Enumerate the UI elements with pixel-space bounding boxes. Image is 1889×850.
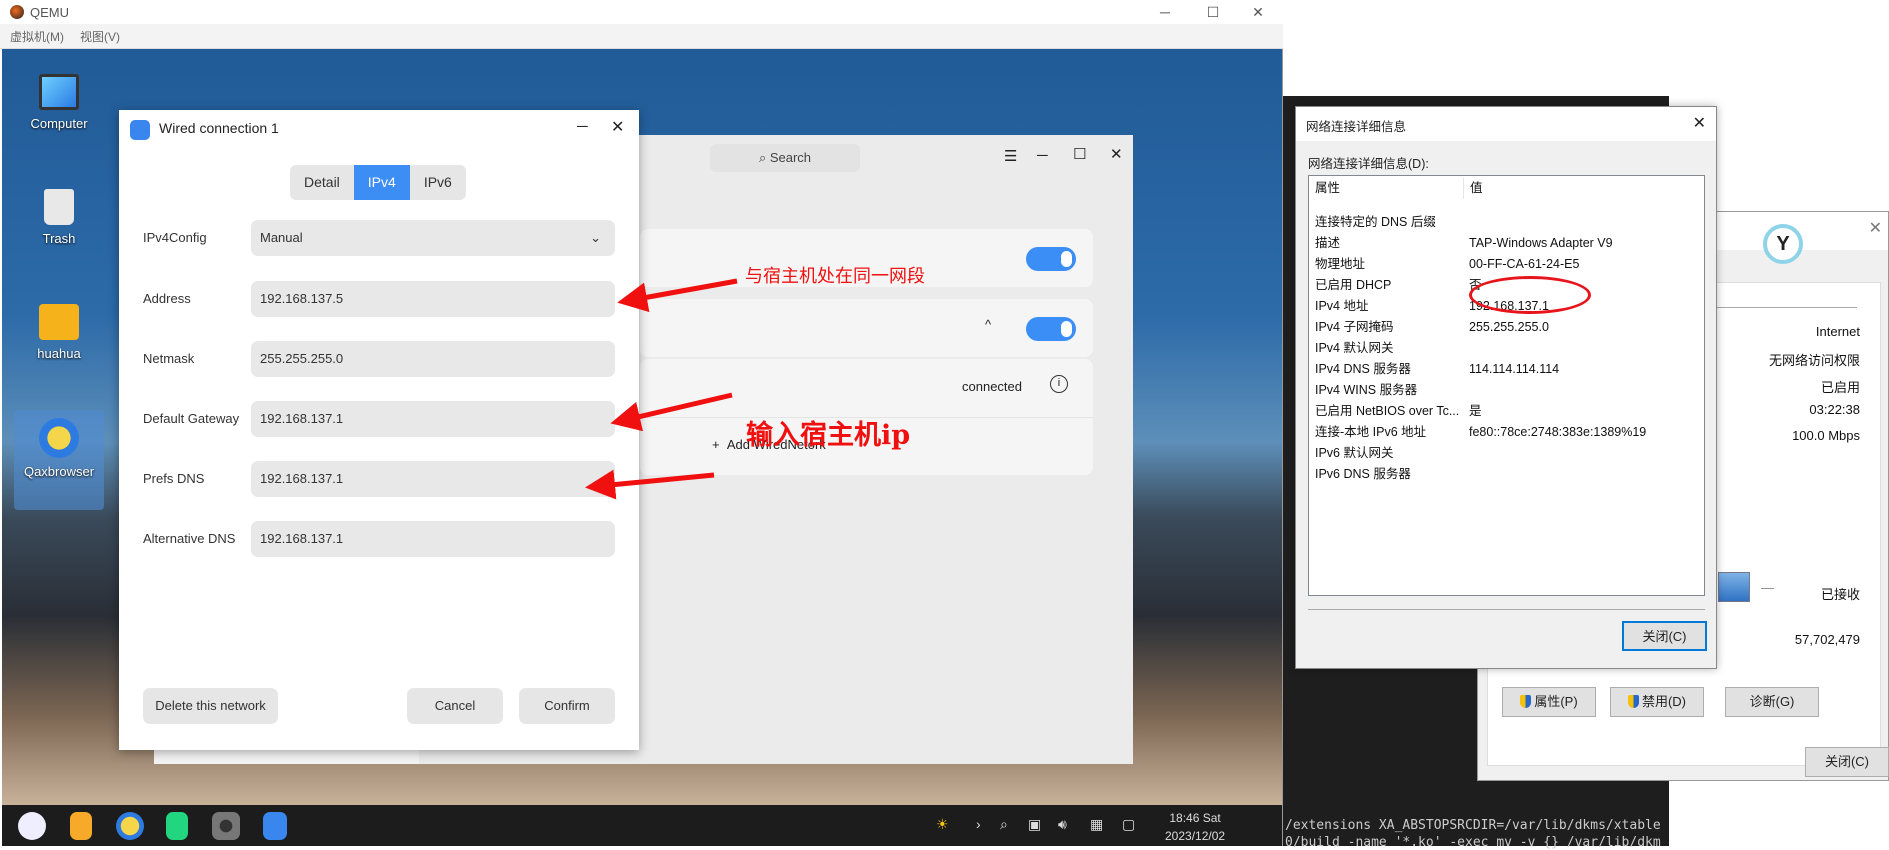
qemu-window: QEMU ─ ☐ ✕ 虚拟机(M) 视图(V) Computer Trash h… bbox=[0, 0, 1283, 846]
property-name: 物理地址 bbox=[1315, 257, 1366, 271]
diagnose-button[interactable]: 诊断(G) bbox=[1725, 687, 1819, 717]
app-store-icon[interactable] bbox=[166, 812, 188, 840]
clock-time: 18:46 Sat bbox=[1169, 811, 1221, 825]
highlight-ellipse bbox=[1469, 276, 1591, 314]
property-name: 已启用 NetBIOS over Tc... bbox=[1315, 404, 1460, 418]
properties-button[interactable]: 属性(P) bbox=[1502, 687, 1596, 717]
property-name: IPv4 DNS 服务器 bbox=[1315, 362, 1411, 376]
uac-shield-icon bbox=[1627, 695, 1639, 708]
connectivity-value: Internet bbox=[1815, 324, 1860, 339]
clock[interactable]: 18:46 Sat 2023/12/02 bbox=[1165, 809, 1225, 845]
received-bytes: 57,702,479 bbox=[1794, 632, 1860, 647]
button-label: 属性(P) bbox=[1534, 694, 1578, 709]
launcher-icon[interactable] bbox=[18, 812, 46, 840]
property-name: 描述 bbox=[1315, 236, 1341, 250]
title-bar: 网络连接详细信息 ✕ bbox=[1296, 107, 1716, 141]
property-name: IPv4 WINS 服务器 bbox=[1315, 383, 1418, 397]
settings-icon[interactable] bbox=[212, 812, 240, 840]
close-icon[interactable]: ✕ bbox=[1693, 113, 1706, 133]
details-row[interactable]: 描述 TAP-Windows Adapter V9 bbox=[1315, 233, 1700, 254]
details-list[interactable]: 属性 值 连接特定的 DNS 后缀 描述 TAP-Windows Adapter V… bbox=[1308, 175, 1705, 596]
notes-icon[interactable] bbox=[70, 812, 92, 840]
details-row[interactable]: 连接特定的 DNS 后缀 bbox=[1315, 212, 1700, 233]
property-value: fe80::78ce:2748:383e:1389%19 bbox=[1469, 425, 1647, 439]
property-name: IPv4 默认网关 bbox=[1315, 341, 1394, 355]
duration-value: 03:22:38 bbox=[1809, 402, 1860, 417]
network-tray-icon[interactable]: ▣ bbox=[1028, 816, 1041, 833]
property-value: 255.255.255.0 bbox=[1469, 320, 1549, 334]
search-icon[interactable]: ⌕ bbox=[1000, 816, 1008, 833]
sun-icon[interactable]: ☀ bbox=[936, 816, 949, 833]
list-header: 属性 值 bbox=[1315, 178, 1700, 199]
disable-button[interactable]: 禁用(D) bbox=[1610, 687, 1704, 717]
property-name: 连接-本地 IPv6 地址 bbox=[1315, 425, 1427, 439]
details-row[interactable]: IPv4 DNS 服务器 114.114.114.114 bbox=[1315, 359, 1700, 380]
column-header-value[interactable]: 值 bbox=[1463, 178, 1483, 199]
arrow-to-dns bbox=[585, 469, 715, 500]
details-row[interactable]: 已启用 NetBIOS over Tc... 是 bbox=[1315, 401, 1700, 422]
speed-value: 100.0 Mbps bbox=[1792, 428, 1860, 443]
arrow-to-gateway bbox=[610, 392, 733, 432]
network-icon[interactable] bbox=[263, 812, 287, 840]
close-button[interactable]: 关闭(C) bbox=[1805, 747, 1889, 777]
network-computers-icon bbox=[1718, 572, 1750, 602]
qaxbrowser-icon[interactable] bbox=[116, 812, 144, 840]
terminal-line: 0/build -name '*.ko' -exec mv -v {} /var… bbox=[1285, 835, 1661, 850]
property-name: 连接特定的 DNS 后缀 bbox=[1315, 215, 1436, 229]
dash: — bbox=[1761, 580, 1774, 595]
details-caption: 网络连接详细信息(D): bbox=[1308, 157, 1429, 171]
divider bbox=[1308, 609, 1705, 610]
property-name: IPv4 地址 bbox=[1315, 299, 1369, 313]
received-label: 已接收 bbox=[1820, 587, 1860, 602]
property-name: IPv6 默认网关 bbox=[1315, 446, 1394, 460]
media-state-value: 已启用 bbox=[1820, 380, 1860, 395]
details-row[interactable]: IPv4 WINS 服务器 bbox=[1315, 380, 1700, 401]
property-value: 114.114.114.114 bbox=[1469, 362, 1560, 376]
arrow-to-address bbox=[617, 278, 738, 313]
details-row[interactable]: IPv4 默认网关 bbox=[1315, 338, 1700, 359]
details-row[interactable]: 物理地址 00-FF-CA-61-24-E5 bbox=[1315, 254, 1700, 275]
volume-icon[interactable]: 🔊︎ bbox=[1058, 816, 1067, 833]
app-logo-icon: Y bbox=[1763, 224, 1803, 264]
chevron-right-icon[interactable]: › bbox=[976, 816, 981, 832]
column-header-property[interactable]: 属性 bbox=[1315, 178, 1340, 199]
details-row[interactable]: IPv6 默认网关 bbox=[1315, 443, 1700, 464]
property-value: TAP-Windows Adapter V9 bbox=[1469, 236, 1613, 250]
details-row[interactable]: 连接-本地 IPv6 地址 fe80::78ce:2748:383e:1389%1… bbox=[1315, 422, 1700, 443]
details-row[interactable]: IPv6 DNS 服务器 bbox=[1315, 464, 1700, 485]
property-name: IPv6 DNS 服务器 bbox=[1315, 467, 1411, 481]
property-name: 已启用 DHCP bbox=[1315, 278, 1392, 292]
ipv6-connectivity-value: 无网络访问权限 bbox=[1768, 353, 1860, 368]
property-value: 00-FF-CA-61-24-E5 bbox=[1469, 257, 1580, 271]
annotation-arrows bbox=[585, 278, 738, 500]
property-name: IPv4 子网掩码 bbox=[1315, 320, 1394, 334]
keyboard-icon[interactable]: ▦ bbox=[1090, 816, 1103, 833]
network-details-dialog: 网络连接详细信息 ✕ 网络连接详细信息(D): 属性 值 连接特定的 DNS 后… bbox=[1295, 106, 1717, 669]
uac-shield-icon bbox=[1520, 695, 1532, 708]
close-icon[interactable]: ✕ bbox=[1869, 218, 1882, 238]
clock-date: 2023/12/02 bbox=[1165, 829, 1226, 843]
details-row[interactable]: IPv4 子网掩码 255.255.255.0 bbox=[1315, 317, 1700, 338]
button-label: 禁用(D) bbox=[1641, 694, 1687, 709]
property-value: 是 bbox=[1469, 404, 1482, 418]
notification-icon[interactable]: ▢ bbox=[1122, 816, 1135, 833]
close-button[interactable]: 关闭(C) bbox=[1622, 621, 1707, 651]
terminal-line: /extensions XA_ABSTOPSRCDIR=/var/lib/dkm… bbox=[1285, 818, 1661, 833]
dialog-title: 网络连接详细信息 bbox=[1306, 120, 1407, 134]
